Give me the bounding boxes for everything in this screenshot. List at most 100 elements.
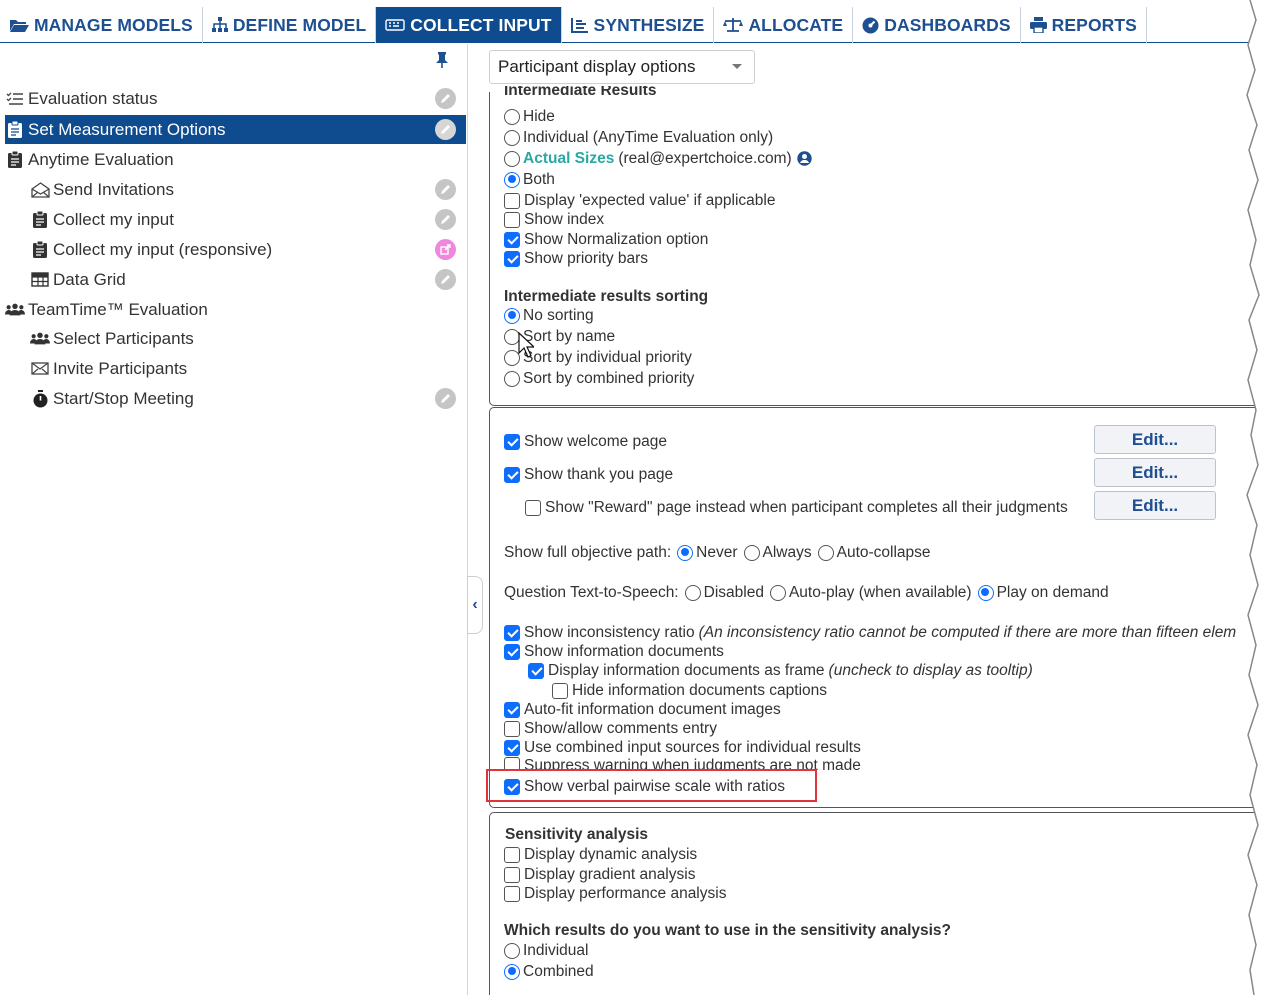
sidebar-item-evaluation-status[interactable]: Evaluation status — [5, 84, 466, 113]
checkbox-box — [504, 624, 520, 641]
envelope-open-icon — [30, 181, 50, 198]
edit-welcome-button[interactable]: Edit... — [1094, 425, 1216, 454]
intermediate-results-section: Intermediate Results Hide Individual (An… — [489, 86, 1264, 406]
checkbox-label: Auto-fit information document images — [524, 700, 781, 718]
options-category-select[interactable]: Participant display options — [489, 50, 755, 84]
checkbox-welcome-page[interactable]: Show welcome page — [504, 432, 667, 451]
radio-circle — [769, 584, 786, 601]
radio-auto-collapse[interactable]: Auto-collapse — [817, 544, 931, 562]
collapse-sidebar-button[interactable]: ‹ — [467, 576, 483, 634]
chart-icon — [570, 17, 589, 33]
checkbox-gradient-analysis[interactable]: Display gradient analysis — [504, 865, 695, 884]
radio-circle — [504, 129, 520, 146]
sidebar-item-invite-participants[interactable]: Invite Participants — [5, 354, 466, 383]
tab-dashboards[interactable]: DASHBOARDS — [853, 7, 1021, 43]
radio-label: Auto-play (when available) — [788, 583, 972, 601]
pencil-icon[interactable] — [435, 209, 456, 230]
checkbox-verbal-scale[interactable]: Show verbal pairwise scale with ratios — [504, 777, 785, 796]
sidebar-item-teamtime-evaluation[interactable]: TeamTime™ Evaluation — [5, 295, 466, 324]
radio-sensitivity-individual[interactable]: Individual — [504, 941, 589, 960]
sidebar-item-select-participants[interactable]: Select Participants — [5, 324, 466, 353]
checkbox-hide-captions[interactable]: Hide information documents captions — [552, 681, 827, 700]
checkbox-note: (uncheck to display as tooltip) — [828, 661, 1033, 679]
tab-synthesize[interactable]: SYNTHESIZE — [562, 7, 715, 43]
checkbox-box — [504, 846, 520, 863]
sidebar-item-collect-my-input[interactable]: Collect my input — [5, 205, 466, 234]
radio-label: Individual — [523, 941, 589, 959]
sorting-heading: Intermediate results sorting — [504, 288, 709, 305]
radio-circle — [504, 942, 520, 959]
tab-allocate[interactable]: ALLOCATE — [714, 7, 854, 43]
edit-reward-button[interactable]: Edit... — [1094, 491, 1216, 520]
tab-label: ALLOCATE — [748, 14, 844, 35]
sidebar-item-collect-my-input-responsive[interactable]: Collect my input (responsive) — [5, 235, 466, 264]
checkbox-combined-sources[interactable]: Use combined input sources for individua… — [504, 738, 861, 757]
pencil-icon[interactable] — [435, 179, 456, 200]
print-icon — [1029, 17, 1047, 33]
radio-tts-disabled[interactable]: Disabled — [684, 584, 764, 602]
checkbox-dynamic-analysis[interactable]: Display dynamic analysis — [504, 845, 697, 864]
keyboard-icon — [385, 18, 405, 32]
tts-label: Question Text-to-Speech: — [504, 583, 679, 601]
checkbox-label: Show priority bars — [524, 249, 649, 267]
sidebar-item-anytime-evaluation[interactable]: Anytime Evaluation — [5, 145, 466, 174]
radio-sort-by-combined[interactable]: Sort by combined priority — [504, 369, 694, 388]
radio-circle — [504, 963, 520, 980]
checkbox-label: Show Normalization option — [524, 230, 709, 248]
sidebar-item-send-invitations[interactable]: Send Invitations — [5, 175, 466, 204]
radio-no-sorting[interactable]: No sorting — [504, 306, 594, 325]
tab-define-model[interactable]: DEFINE MODEL — [203, 7, 377, 43]
checkbox-box — [504, 643, 520, 660]
checkbox-priority-bars[interactable]: Show priority bars — [504, 249, 648, 268]
sidebar-item-label: Select Participants — [53, 328, 194, 348]
checkbox-autofit[interactable]: Auto-fit information document images — [504, 700, 781, 719]
radio-both[interactable]: Both — [504, 170, 555, 189]
sidebar-item-label: Evaluation status — [28, 88, 158, 108]
sidebar-item-data-grid[interactable]: Data Grid — [5, 265, 466, 294]
radio-never[interactable]: Never — [677, 544, 738, 562]
pencil-icon[interactable] — [435, 388, 456, 409]
radio-tts-autoplay[interactable]: Auto-play (when available) — [769, 583, 972, 602]
checkbox-expected-value[interactable]: Display 'expected value' if applicable — [504, 191, 775, 210]
radio-label: Sort by name — [523, 327, 616, 345]
checkbox-comments[interactable]: Show/allow comments entry — [504, 719, 717, 738]
tab-manage-models[interactable]: MANAGE MODELS — [0, 7, 203, 43]
radio-hide[interactable]: Hide — [504, 107, 555, 126]
checkbox-info-frame[interactable]: Display information documents as frame (u… — [528, 661, 1033, 680]
pin-icon[interactable] — [436, 52, 448, 72]
edit-thank-you-button[interactable]: Edit... — [1094, 458, 1216, 487]
checkbox-performance-analysis[interactable]: Display performance analysis — [504, 884, 726, 903]
sensitivity-heading: Sensitivity analysis — [505, 826, 649, 843]
checkbox-box — [552, 682, 568, 699]
tab-label: MANAGE MODELS — [34, 14, 193, 35]
radio-actual-sizes[interactable]: Actual Sizes (real@expertchoice.com) — [504, 149, 812, 168]
select-value: Participant display options — [498, 57, 696, 76]
radio-label: Sort by combined priority — [523, 369, 695, 387]
radio-sensitivity-combined[interactable]: Combined — [504, 962, 594, 981]
radio-always[interactable]: Always — [743, 544, 812, 562]
checkbox-suppress-warning[interactable]: Suppress warning when judgments are not … — [504, 757, 861, 770]
pencil-icon[interactable] — [435, 269, 456, 290]
checkbox-label: Show/allow comments entry — [524, 719, 717, 737]
radio-individual[interactable]: Individual (AnyTime Evaluation only) — [504, 128, 773, 147]
pencil-icon[interactable] — [435, 119, 456, 140]
radio-circle — [677, 544, 694, 561]
tab-collect-input[interactable]: COLLECT INPUT — [376, 7, 562, 43]
tab-reports[interactable]: REPORTS — [1021, 7, 1147, 43]
radio-label: Hide — [523, 107, 555, 125]
checkbox-thank-you-page[interactable]: Show thank you page — [504, 465, 673, 484]
users-icon — [5, 302, 25, 317]
checkbox-inconsistency[interactable]: Show inconsistency ratio (An inconsistenc… — [504, 623, 1236, 642]
external-link-icon[interactable] — [435, 239, 456, 260]
radio-tts-on-demand[interactable]: Play on demand — [977, 584, 1109, 602]
checkbox-box — [504, 701, 520, 718]
pencil-icon[interactable] — [435, 88, 456, 109]
checkbox-label: Show verbal pairwise scale with ratios — [524, 777, 786, 795]
checkbox-info-docs[interactable]: Show information documents — [504, 642, 724, 661]
sidebar-item-set-measurement-options[interactable]: Set Measurement Options — [5, 115, 466, 144]
checkbox-normalization[interactable]: Show Normalization option — [504, 230, 708, 249]
checkbox-show-index[interactable]: Show index — [504, 210, 604, 229]
checkbox-reward-page[interactable]: Show "Reward" page instead when particip… — [525, 498, 1068, 517]
checkbox-box — [504, 192, 520, 209]
sidebar-item-start-stop-meeting[interactable]: Start/Stop Meeting — [5, 384, 466, 413]
